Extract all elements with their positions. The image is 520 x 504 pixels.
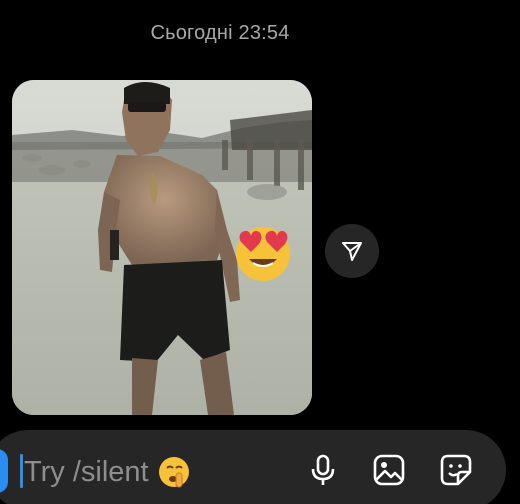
camera-button[interactable] — [0, 449, 8, 493]
image-icon — [373, 454, 405, 486]
sticker-icon — [440, 454, 472, 486]
microphone-button[interactable] — [303, 450, 343, 490]
message-input[interactable]: Try /silent — [24, 454, 191, 490]
gallery-button[interactable] — [369, 450, 409, 490]
message-timestamp: Сьогодні 23:54 — [150, 22, 290, 44]
share-button[interactable] — [325, 224, 379, 278]
paper-plane-icon — [342, 242, 362, 261]
dm-thread-screen: Сьогодні 23:54 Try /silent — [0, 0, 520, 504]
microphone-icon — [311, 454, 335, 485]
shushing-face-icon — [157, 455, 191, 489]
message-input-placeholder: Try /silent — [24, 456, 149, 488]
sticker-button[interactable] — [436, 450, 476, 490]
heart-eyes-reaction-icon — [231, 222, 295, 282]
text-caret — [20, 454, 23, 488]
